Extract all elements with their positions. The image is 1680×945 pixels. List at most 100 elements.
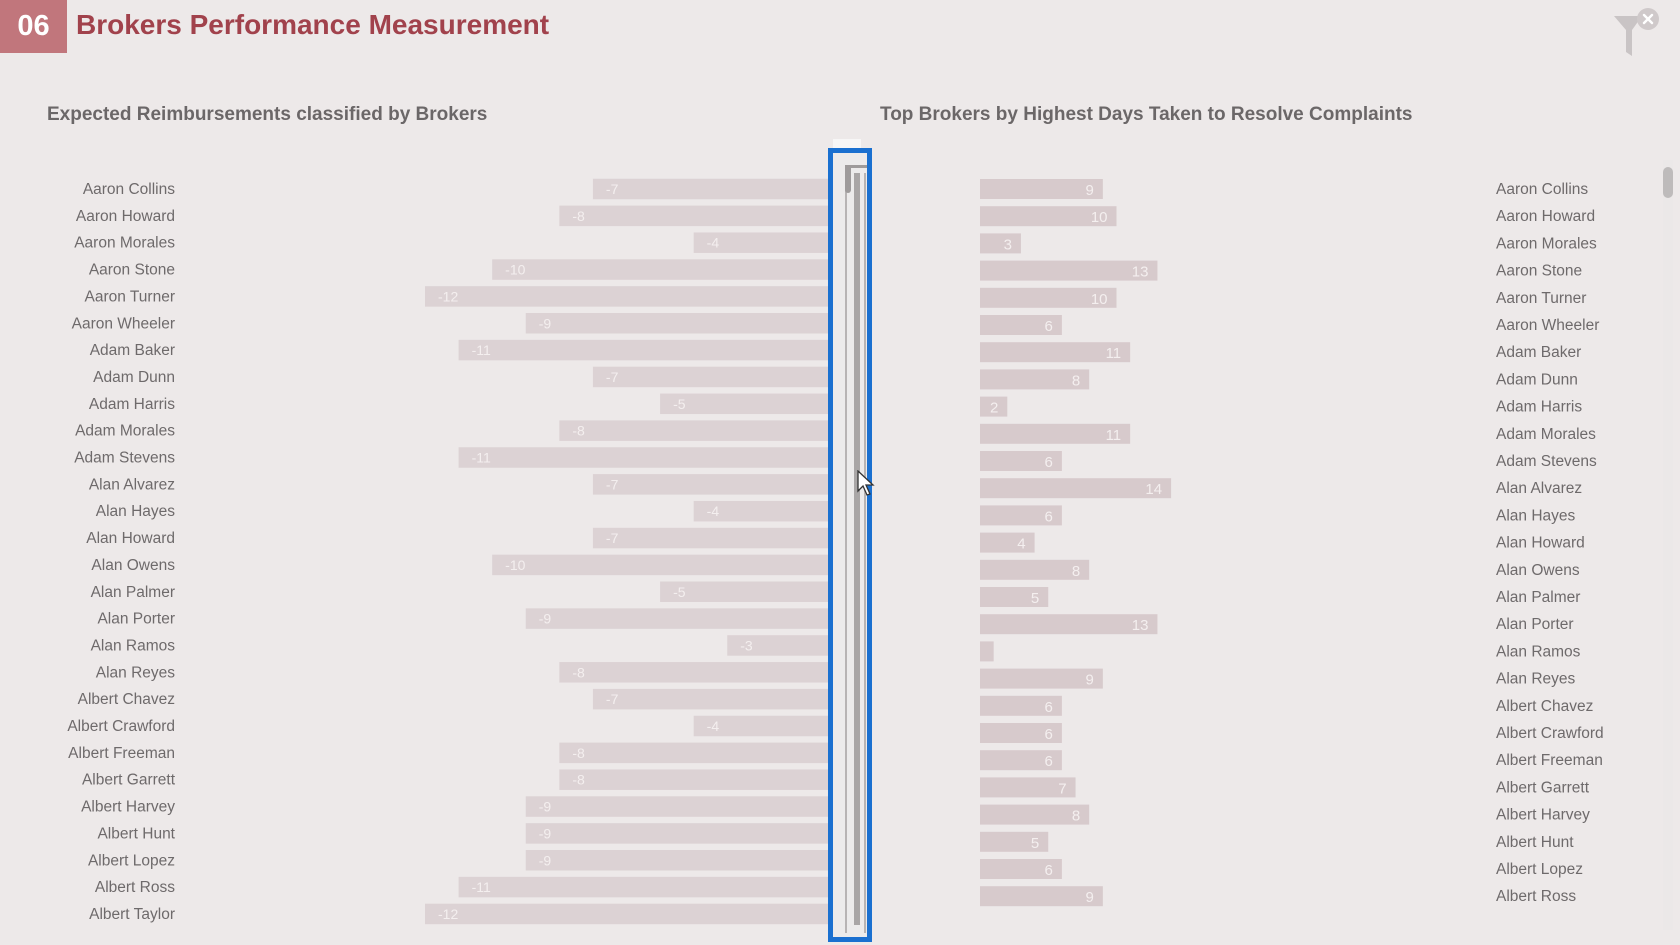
selected-vertical-scrollbar[interactable]	[828, 148, 872, 942]
category-label: Aaron Howard	[1496, 208, 1595, 225]
data-label: -12	[438, 906, 458, 922]
bar[interactable]	[559, 420, 828, 441]
bar[interactable]	[458, 339, 828, 361]
category-label: Alan Howard	[86, 530, 175, 547]
bar[interactable]	[525, 823, 828, 844]
data-label: 4	[1017, 536, 1025, 553]
category-label: Aaron Howard	[76, 208, 175, 225]
category-label: Alan Palmer	[1496, 589, 1580, 606]
bar[interactable]	[525, 608, 828, 629]
data-label: 6	[1045, 454, 1053, 471]
category-label: Adam Baker	[1496, 344, 1581, 361]
data-label: -5	[673, 584, 686, 600]
data-label: -11	[472, 879, 491, 895]
category-label: Adam Morales	[75, 423, 175, 440]
data-label: -7	[606, 369, 619, 385]
data-label: 9	[1086, 182, 1094, 199]
data-label: -11	[472, 450, 491, 466]
data-label: 9	[1086, 672, 1094, 689]
data-label: 11	[1106, 345, 1122, 362]
data-label: 14	[1145, 481, 1162, 498]
scrollbar-grip[interactable]	[845, 165, 851, 193]
data-label: -8	[572, 745, 585, 761]
category-label: Adam Dunn	[1496, 371, 1578, 388]
category-label: Aaron Collins	[1496, 181, 1588, 198]
data-label: 9	[1086, 889, 1094, 906]
bar[interactable]	[492, 554, 828, 576]
category-label: Aaron Wheeler	[72, 315, 175, 332]
data-label: -8	[572, 664, 585, 680]
category-label: Alan Owens	[91, 557, 175, 574]
bar[interactable]	[458, 447, 828, 468]
scrollbar-rail-left	[845, 173, 847, 933]
right-chart-scrollbar-track[interactable]	[1663, 160, 1673, 930]
data-label: -12	[438, 288, 458, 304]
page-number-badge: 06	[0, 0, 67, 53]
category-label: Albert Lopez	[1496, 861, 1583, 878]
category-label: Alan Porter	[1496, 616, 1574, 633]
data-label: 10	[1091, 209, 1108, 226]
bar[interactable]	[980, 532, 1035, 553]
data-label: -4	[707, 235, 720, 251]
category-label: Alan Hayes	[96, 503, 176, 520]
bar[interactable]	[559, 662, 828, 683]
bar[interactable]	[592, 366, 828, 388]
bar[interactable]	[592, 474, 828, 495]
bar[interactable]	[980, 668, 1103, 689]
data-label: 2	[990, 400, 998, 417]
bar[interactable]	[458, 876, 828, 898]
bar[interactable]	[559, 205, 828, 227]
category-label: Adam Stevens	[1496, 453, 1597, 470]
data-label: -11	[472, 342, 491, 358]
bar[interactable]	[525, 313, 828, 334]
bar[interactable]	[592, 178, 828, 200]
data-label: 6	[1045, 318, 1053, 335]
data-label: 13	[1132, 264, 1149, 281]
category-label: Albert Freeman	[68, 745, 175, 762]
scrollbar-track[interactable]	[845, 165, 869, 935]
category-label: Albert Harvey	[81, 799, 175, 816]
mouse-cursor-icon	[857, 470, 875, 496]
data-label: 8	[1072, 372, 1080, 389]
category-label: Albert Garrett	[1496, 779, 1590, 796]
category-label: Albert Chavez	[1496, 698, 1593, 715]
bar[interactable]	[980, 478, 1172, 499]
page-title: Brokers Performance Measurement	[76, 9, 550, 40]
bar[interactable]	[592, 527, 828, 549]
category-label: Alan Ramos	[1496, 643, 1581, 660]
data-label: -3	[740, 637, 753, 653]
bar[interactable]	[980, 233, 1021, 254]
bar[interactable]	[525, 796, 828, 817]
bar[interactable]	[492, 259, 828, 280]
bar[interactable]	[980, 179, 1103, 199]
bar[interactable]	[559, 742, 828, 764]
category-label: Adam Stevens	[74, 450, 175, 467]
data-label: -7	[606, 530, 619, 546]
data-label: 5	[1031, 590, 1039, 607]
data-label: 5	[1031, 835, 1039, 852]
category-label: Alan Reyes	[1496, 671, 1576, 688]
scrollbar-thumb[interactable]	[854, 173, 860, 925]
bar[interactable]	[525, 850, 828, 871]
category-label: Aaron Morales	[74, 235, 175, 252]
category-label: Aaron Stone	[89, 262, 175, 279]
right-chart-scrollbar-thumb[interactable]	[1663, 167, 1673, 198]
category-label: Albert Freeman	[1496, 752, 1603, 769]
bar[interactable]	[559, 769, 828, 790]
data-label: 6	[1045, 699, 1053, 716]
category-label: Albert Ross	[95, 879, 175, 896]
category-label: Aaron Turner	[85, 288, 175, 305]
data-label: 11	[1106, 427, 1122, 444]
category-label: Albert Ross	[1496, 888, 1576, 905]
bar[interactable]	[592, 688, 828, 710]
bar[interactable]	[980, 886, 1103, 907]
scrollbar-rail-right	[864, 173, 866, 933]
bar[interactable]	[425, 903, 828, 925]
category-label: Alan Howard	[1496, 535, 1585, 552]
bar[interactable]	[425, 286, 828, 307]
data-label: 13	[1132, 617, 1149, 634]
clear-filter-button[interactable]	[1612, 6, 1664, 60]
category-label: Albert Hunt	[1496, 834, 1574, 851]
bar[interactable]	[980, 641, 994, 662]
days-to-resolve-chart: 9 Aaron Collins 10 Aaron Howard 3 Aaron Moral…	[980, 179, 1604, 907]
